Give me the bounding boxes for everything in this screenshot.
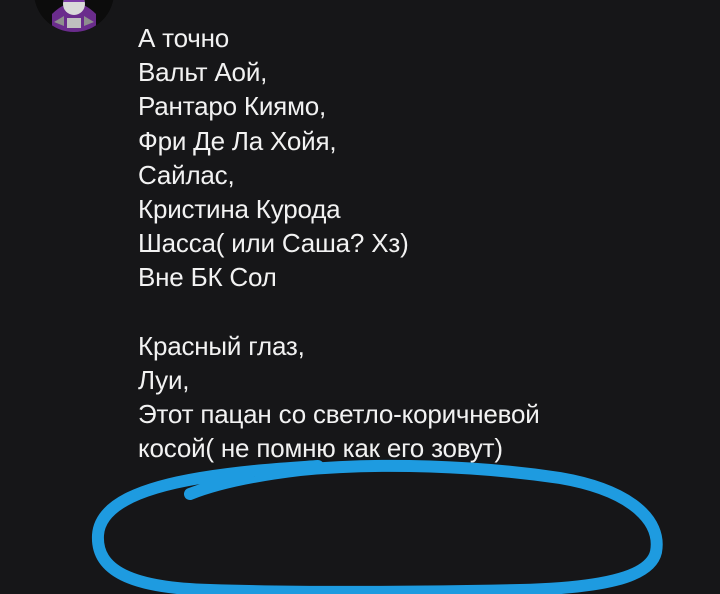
message-line: Вне БК Сол <box>138 262 277 293</box>
user-avatar-icon <box>34 0 114 32</box>
message-line: Сайлас, <box>138 159 235 190</box>
message-line: Кристина Курода <box>138 193 341 224</box>
avatar[interactable] <box>34 0 114 32</box>
message-line: Луи, <box>138 364 190 395</box>
message-line: косой( не помню как его зовут) <box>138 433 503 464</box>
message-line: Красный глаз, <box>138 330 305 361</box>
message-line: Вальт Аой, <box>138 57 268 88</box>
message-line-empty <box>138 295 698 329</box>
message-line: Шасса( или Саша? Хз) <box>138 228 409 259</box>
chat-panel: А точно Вальт Аой, Рантаро Киямо, Фри Де… <box>0 0 720 594</box>
message-line: Фри Де Ла Хойя, <box>138 125 337 156</box>
message-line: А точно <box>138 23 230 53</box>
message-text: А точно Вальт Аой, Рантаро Киямо, Фри Де… <box>138 21 698 465</box>
message-line: Рантаро Киямо, <box>138 91 327 122</box>
message-line: Этот пацан со светло-коричневой <box>138 399 540 430</box>
